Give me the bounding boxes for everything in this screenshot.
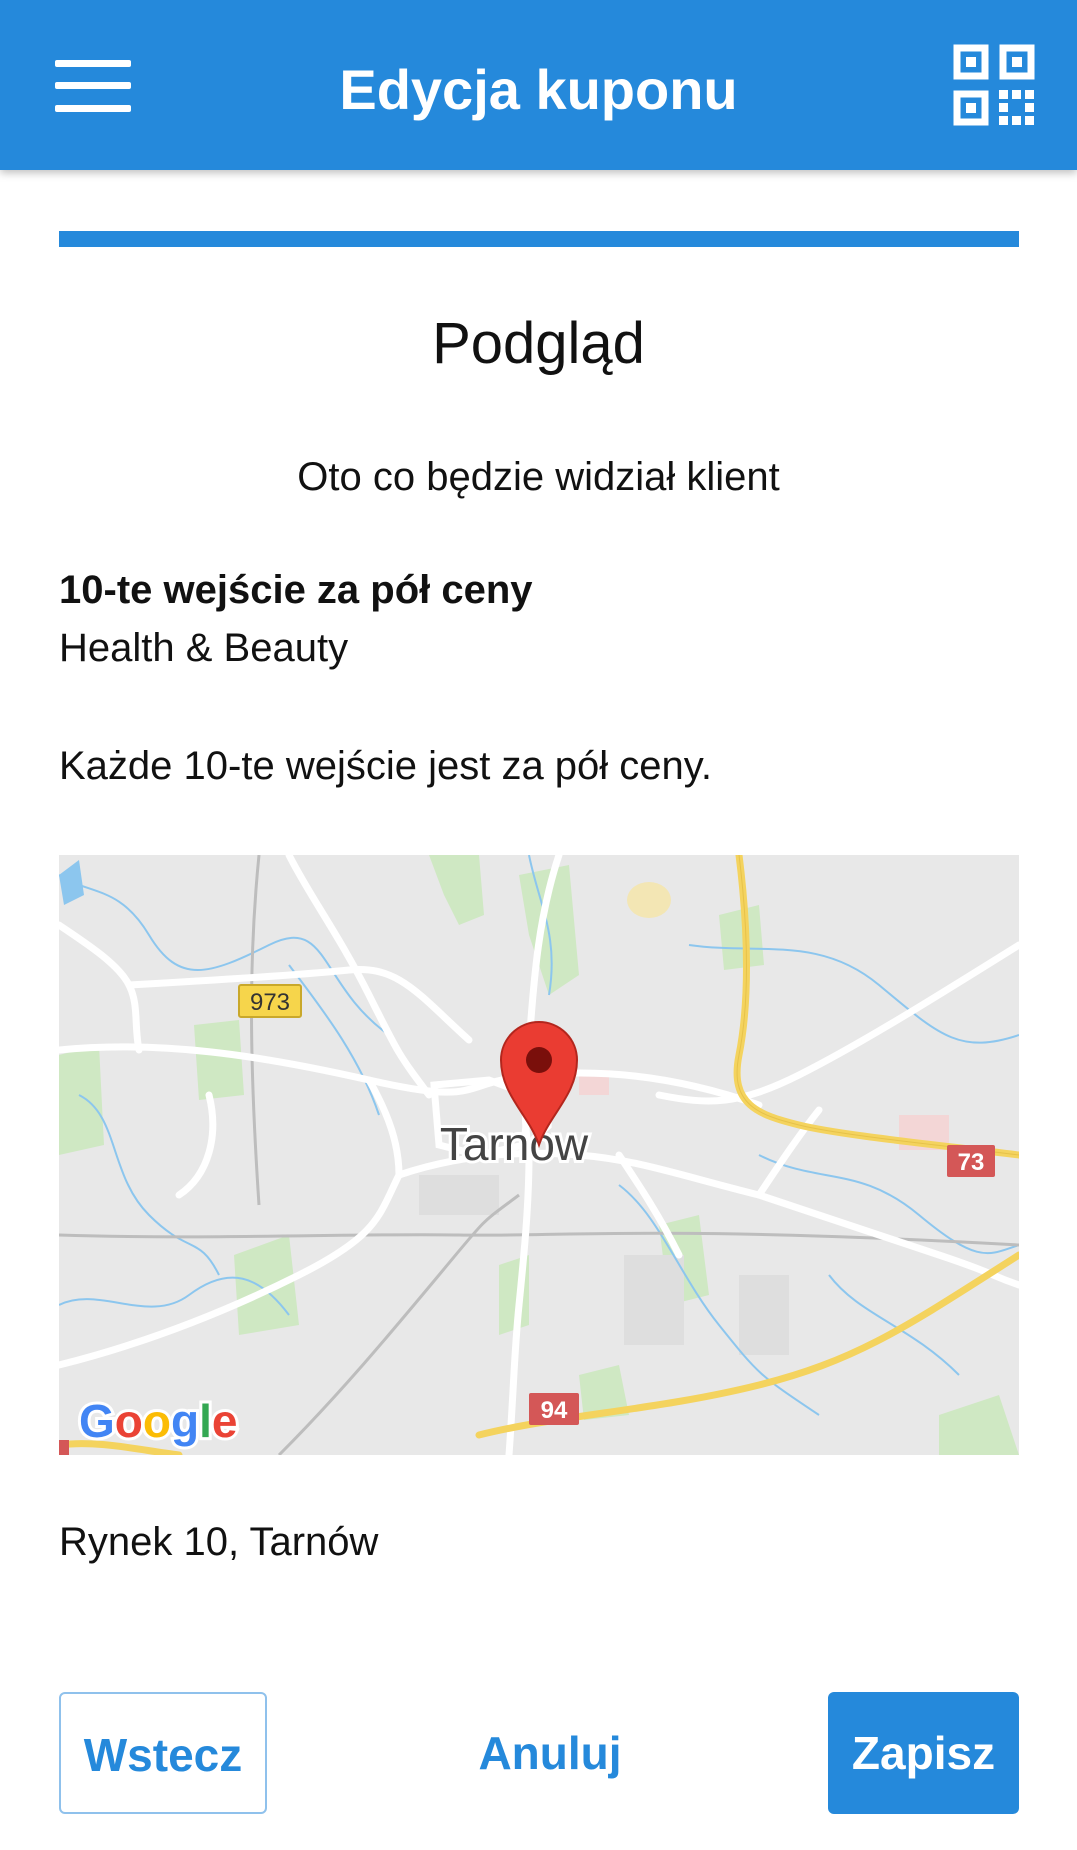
hamburger-menu-icon[interactable] [55,60,131,112]
map-city-label: Tarnów [440,1118,589,1170]
coupon-category: Health & Beauty [59,626,349,670]
cancel-button[interactable]: Anuluj [440,1692,660,1814]
map-attribution: Google [79,1395,237,1447]
app-bar: Edycja kuponu [0,0,1077,170]
back-button[interactable]: Wstecz [59,1692,267,1814]
page-subheading: Oto co będzie widział klient [297,455,780,499]
location-map[interactable]: 973 73 94 Tarnów Google [59,855,1019,1455]
save-button[interactable]: Zapisz [828,1692,1019,1814]
coupon-description: Każde 10-te wejście jest za pół ceny. [59,744,712,788]
progress-bar [59,231,1019,247]
page-heading: Podgląd [432,311,645,376]
coupon-title: 10-te wejście za pół ceny [59,568,533,612]
address-text: Rynek 10, Tarnów [59,1520,379,1564]
road-label-94: 94 [541,1397,568,1424]
road-label-973: 973 [250,989,290,1016]
app-title: Edycja kuponu [339,58,738,121]
road-label-73: 73 [958,1149,985,1176]
qr-code-icon[interactable] [953,44,1035,126]
